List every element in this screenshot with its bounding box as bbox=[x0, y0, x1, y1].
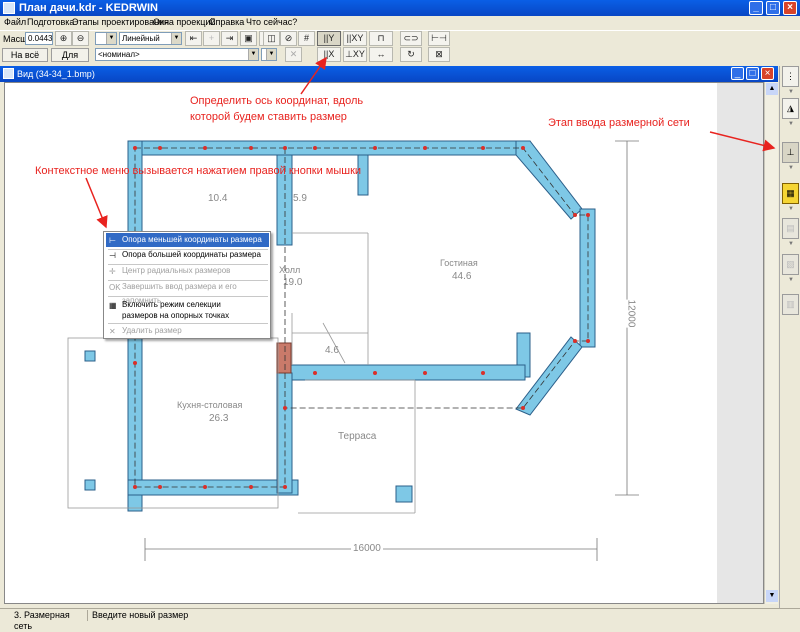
view-maximize-button[interactable]: □ bbox=[746, 67, 759, 80]
annotation-axis-line1: Определить ось координат, вдоль bbox=[190, 95, 364, 107]
ctx-item-upper-support[interactable]: ⊣ Опора большей координаты размера bbox=[106, 248, 269, 262]
room-area-hall: 19.0 bbox=[283, 277, 303, 288]
circle-tool-icon[interactable]: ⊘ bbox=[280, 31, 297, 46]
lower-support-icon: ⊢ bbox=[109, 236, 116, 245]
menu-file[interactable]: Файл bbox=[4, 17, 26, 27]
view-window-titlebar[interactable]: Вид (34-34_1.bmp) _ □ × bbox=[0, 66, 778, 82]
room-name-terrace: Терраса bbox=[338, 431, 377, 442]
menu-help[interactable]: Справка bbox=[209, 17, 244, 27]
menu-bar: Файл Подготовка Этапы проектирования Окн… bbox=[0, 16, 800, 29]
selection-mode-icon: ▦ bbox=[109, 301, 117, 310]
small-select[interactable]: ▼ bbox=[261, 48, 277, 61]
stage-arrow-icon: ▼ bbox=[788, 206, 794, 212]
snap-left-icon[interactable]: ⇤ bbox=[185, 31, 202, 46]
stage-6-button[interactable]: ▧ bbox=[782, 254, 799, 275]
annotation-axis-line2: которой будем ставить размер bbox=[190, 111, 347, 123]
menu-projection-windows[interactable]: Окна проекций bbox=[153, 17, 215, 27]
fit-all-button[interactable]: На всё окно bbox=[2, 48, 48, 73]
status-stage: 3. Размерная сеть bbox=[10, 610, 88, 631]
app-title: План дачи.kdr - KEDRWIN bbox=[19, 2, 158, 14]
room-name-living: Гостиная bbox=[440, 258, 478, 268]
delete-icon[interactable]: ✕ bbox=[285, 47, 302, 62]
ctx-item-radial-center[interactable]: ✛ Центр радиальных размеров bbox=[106, 264, 269, 278]
vertical-scrollbar[interactable]: ▲ ▼ bbox=[764, 82, 778, 604]
annotation-stage: Этап ввода размерной сети bbox=[548, 117, 690, 129]
main-toolbar: Масшт 0.0443 ⊕ ⊖ На всё окно Для всех ▼ … bbox=[0, 30, 800, 73]
stage-arrow-icon: ▼ bbox=[788, 165, 794, 171]
ok-icon: OK bbox=[109, 283, 121, 292]
room-area-2: 5.9 bbox=[293, 193, 307, 204]
room-area-1: 10.4 bbox=[208, 193, 228, 204]
frame-icon[interactable]: ▣ bbox=[240, 31, 257, 46]
view-window-title: Вид (34-34_1.bmp) bbox=[17, 69, 95, 79]
stage-arrow-icon: ▼ bbox=[788, 241, 794, 247]
stage-arrow-icon: ▼ bbox=[788, 89, 794, 95]
dim-xy-button[interactable]: ||XY bbox=[343, 31, 367, 46]
maximize-button[interactable]: □ bbox=[766, 1, 780, 15]
room-name-kitchen: Кухня-столовая bbox=[177, 400, 243, 410]
view-window-icon bbox=[3, 68, 14, 79]
arrow-icon[interactable]: ⇥ bbox=[221, 31, 238, 46]
view-minimize-button[interactable]: _ bbox=[731, 67, 744, 80]
rotate-icon[interactable]: ↻ bbox=[400, 47, 422, 62]
ctx-item-selection-mode[interactable]: ▦ Включить режим селекции размеров на оп… bbox=[106, 298, 269, 322]
app-titlebar[interactable]: План дачи.kdr - KEDRWIN _ □ × bbox=[0, 0, 800, 16]
ctx-item-delete-dimension[interactable]: ✕ Удалить размер bbox=[106, 324, 269, 338]
scroll-up-icon[interactable]: ▲ bbox=[766, 83, 778, 95]
delete-dimension-icon: ✕ bbox=[109, 327, 116, 336]
stage-5-button[interactable]: ▤ bbox=[782, 218, 799, 239]
dim-y-button[interactable]: ||Y bbox=[317, 31, 341, 46]
room-name-hall: Холл bbox=[279, 265, 301, 275]
stage-7-button[interactable]: ▥ bbox=[782, 294, 799, 315]
separator bbox=[108, 296, 268, 297]
dim-x-button[interactable]: ||X bbox=[317, 47, 341, 62]
stage-arrow-icon: ▼ bbox=[788, 277, 794, 283]
close-button[interactable]: × bbox=[783, 1, 797, 15]
drawing-canvas[interactable]: 10.4 5.9 Холл 19.0 Гостиная 44.6 4.6 Кух… bbox=[4, 82, 764, 604]
dimension-box-icon[interactable]: ⊠ bbox=[428, 47, 450, 62]
scroll-down-icon[interactable]: ▼ bbox=[766, 590, 778, 602]
stage-dimension-button[interactable]: ⊥ bbox=[782, 142, 799, 163]
scale-input[interactable]: 0.0443 bbox=[25, 32, 53, 45]
floor-plan-drawing bbox=[67, 140, 639, 561]
zoom-out-icon[interactable]: ⊖ bbox=[72, 31, 89, 46]
context-menu: ⊢ Опора меньшей координаты размера ⊣ Опо… bbox=[103, 231, 271, 339]
status-bar: 3. Размерная сеть Введите новый размер bbox=[0, 608, 800, 631]
ctx-item-lower-support[interactable]: ⊢ Опора меньшей координаты размера bbox=[106, 233, 269, 247]
plus-icon[interactable]: + bbox=[203, 31, 220, 46]
annotation-context: Контекстное меню вызывается нажатием пра… bbox=[35, 165, 362, 177]
dimension-chain-icon[interactable]: ⊢⊣ bbox=[428, 31, 450, 46]
room-area-kitchen: 26.3 bbox=[209, 413, 229, 424]
grid-icon[interactable]: # bbox=[298, 31, 315, 46]
room-area-small: 4.6 bbox=[325, 345, 339, 356]
stage-arrow-icon: ▼ bbox=[788, 121, 794, 127]
dim-horizontal-icon[interactable]: ↔ bbox=[369, 47, 393, 62]
minimize-button[interactable]: _ bbox=[749, 1, 763, 15]
link-icon[interactable]: ⊂⊃ bbox=[400, 31, 422, 46]
stage-toolbar: ⋮ ▼ ◮ ▼ ⊥ ▼ ▦ ▼ ▤ ▼ ▧ ▼ ▥ bbox=[779, 66, 800, 611]
status-message: Введите новый размер bbox=[92, 610, 189, 620]
radial-center-icon: ✛ bbox=[109, 267, 116, 276]
dim-tool-icon[interactable]: ⊓ bbox=[369, 31, 393, 46]
stage-2-button[interactable]: ◮ bbox=[782, 98, 799, 119]
layer-select[interactable]: ▼ bbox=[95, 32, 117, 45]
nominal-select[interactable]: <номинал> ▼ bbox=[95, 48, 259, 61]
canvas-margin bbox=[717, 83, 763, 603]
dim-perp-xy-button[interactable]: ⊥XY bbox=[343, 47, 367, 62]
app-icon bbox=[3, 2, 15, 14]
dimension-horizontal-label: 16000 bbox=[351, 543, 383, 554]
stage-1-button[interactable]: ⋮ bbox=[782, 66, 799, 87]
menu-preparation[interactable]: Подготовка bbox=[27, 17, 74, 27]
room-area-living: 44.6 bbox=[452, 271, 472, 282]
select-frame-icon[interactable]: ◫ bbox=[263, 31, 280, 46]
for-all-button[interactable]: Для всех bbox=[51, 48, 89, 73]
line-type-select[interactable]: Линейный ▼ bbox=[119, 32, 182, 45]
stage-4-button[interactable]: ▦ bbox=[782, 183, 799, 204]
menu-whats-now[interactable]: Что сейчас? bbox=[246, 17, 297, 27]
view-close-button[interactable]: × bbox=[761, 67, 774, 80]
ctx-item-finish-dimension[interactable]: OK Завершить ввод размера и его запомнит… bbox=[106, 280, 269, 305]
zoom-in-icon[interactable]: ⊕ bbox=[55, 31, 72, 46]
upper-support-icon: ⊣ bbox=[109, 251, 116, 260]
dimension-vertical-label: 12000 bbox=[625, 299, 637, 328]
